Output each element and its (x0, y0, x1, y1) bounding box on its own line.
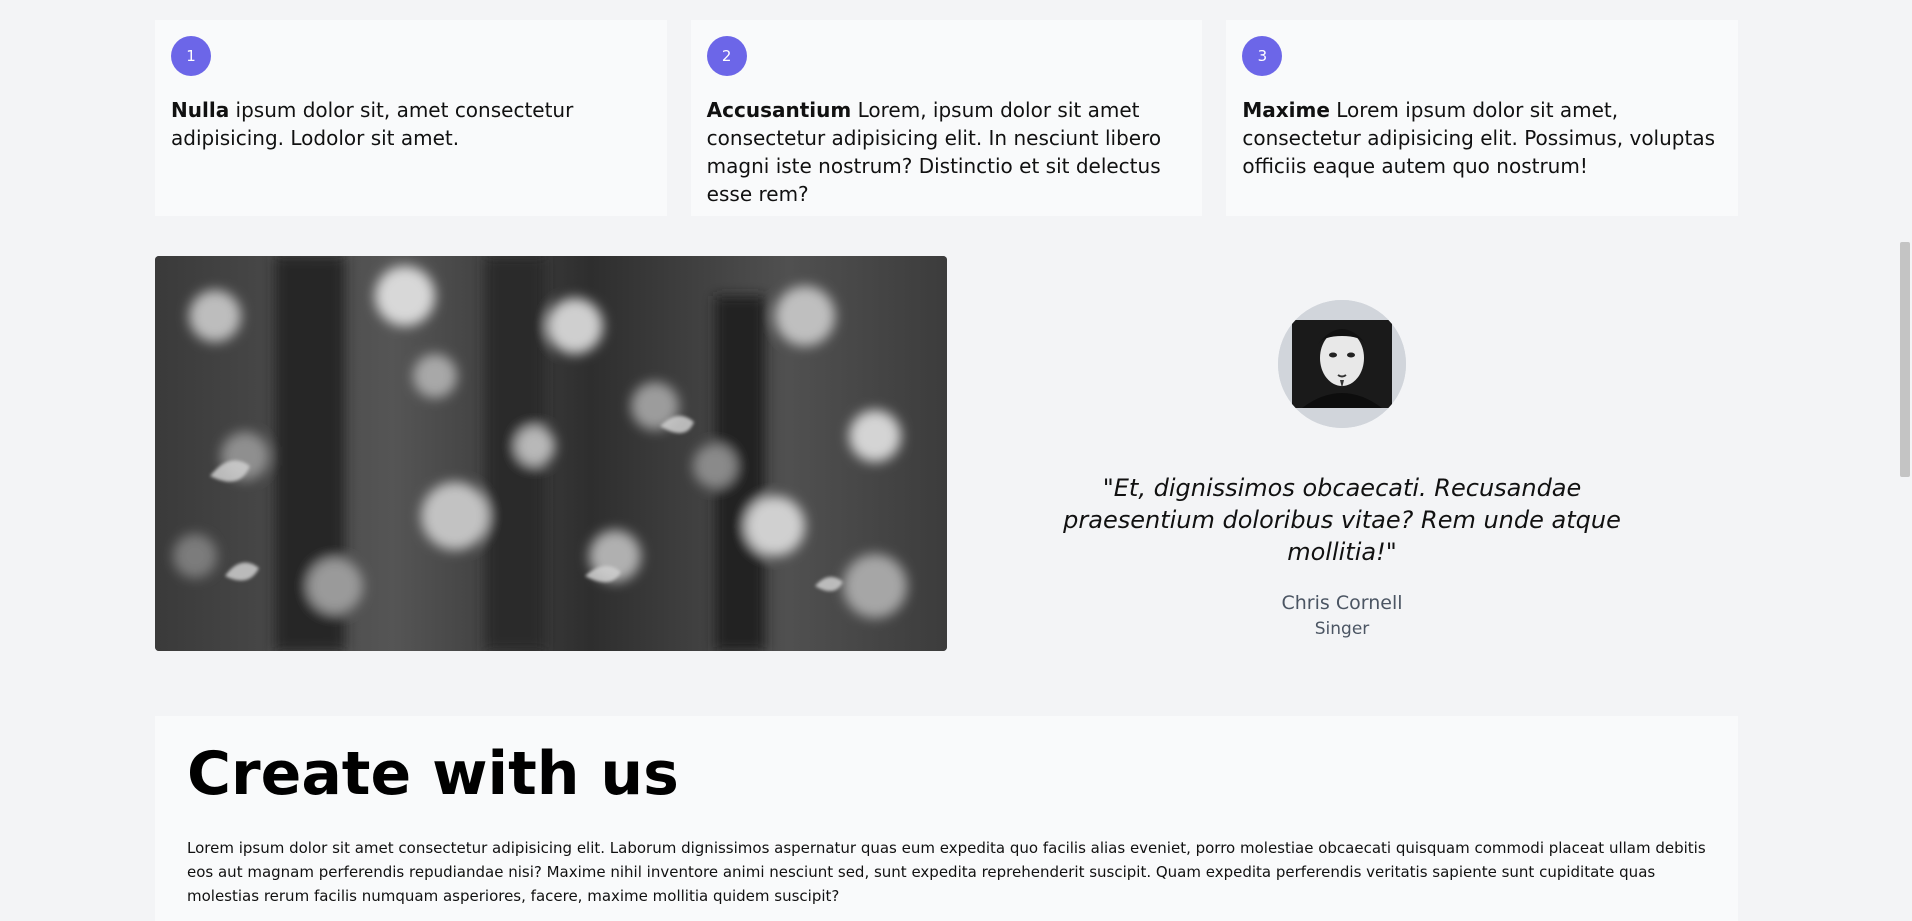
feature-title: Accusantium (706, 98, 852, 122)
scrollbar-thumb[interactable] (1900, 242, 1910, 477)
feature-text: Accusantium Lorem, ipsum dolor sit amet … (707, 96, 1187, 208)
testimonial-author-role: Singer (1314, 619, 1370, 639)
vertical-scrollbar[interactable] (1898, 0, 1912, 921)
feature-text: Maxime Lorem ipsum dolor sit amet, conse… (1242, 96, 1722, 180)
feature-number-badge: 1 (171, 36, 211, 76)
feature-description: ipsum dolor sit, amet consectetur adipis… (171, 98, 574, 150)
feature-cards: 1 Nulla ipsum dolor sit, amet consectetu… (155, 20, 1739, 216)
testimonial-quote: "Et, dignissimos obcaecati. Recusandae p… (1063, 474, 1621, 566)
create-heading: Create with us (187, 739, 679, 809)
feature-title: Nulla (171, 98, 230, 122)
feature-card-1: 1 Nulla ipsum dolor sit, amet consectetu… (155, 20, 667, 216)
feature-card-2: 2 Accusantium Lorem, ipsum dolor sit ame… (690, 20, 1203, 216)
page: 1 Nulla ipsum dolor sit, amet consectetu… (0, 0, 1898, 921)
testimonial: "Et, dignissimos obcaecati. Recusandae p… (1040, 300, 1644, 642)
feature-number-badge: 2 (706, 36, 747, 76)
feature-text: Nulla ipsum dolor sit, amet consectetur … (171, 96, 651, 152)
blurred-leaves-image (155, 256, 947, 651)
feature-card-3: 3 Maxime Lorem ipsum dolor sit amet, con… (1226, 20, 1739, 216)
testimonial-author-name: Chris Cornell (1281, 592, 1403, 614)
feature-title: Maxime (1242, 98, 1330, 122)
feature-number-badge: 3 (1242, 36, 1283, 76)
create-body-text: Lorem ipsum dolor sit amet consectetur a… (187, 839, 1706, 905)
create-section: Create with us Lorem ipsum dolor sit ame… (155, 716, 1738, 921)
person-portrait-avatar (1278, 300, 1406, 428)
